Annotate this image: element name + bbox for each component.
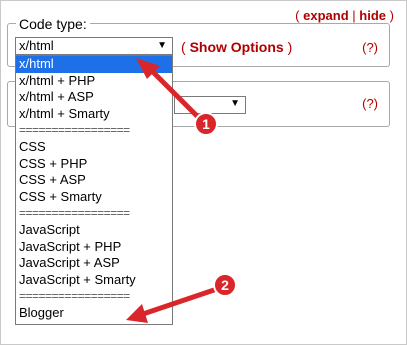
annotation-arrow-1 <box>136 58 206 125</box>
annotation-marker-1: 1 <box>194 112 218 136</box>
marker-1-label: 1 <box>202 116 210 132</box>
annotation-overlay: 1 2 <box>126 58 237 323</box>
annotation-marker-2: 2 <box>213 273 237 297</box>
marker-2-label: 2 <box>221 277 229 293</box>
annotation-arrow-2 <box>126 287 217 323</box>
